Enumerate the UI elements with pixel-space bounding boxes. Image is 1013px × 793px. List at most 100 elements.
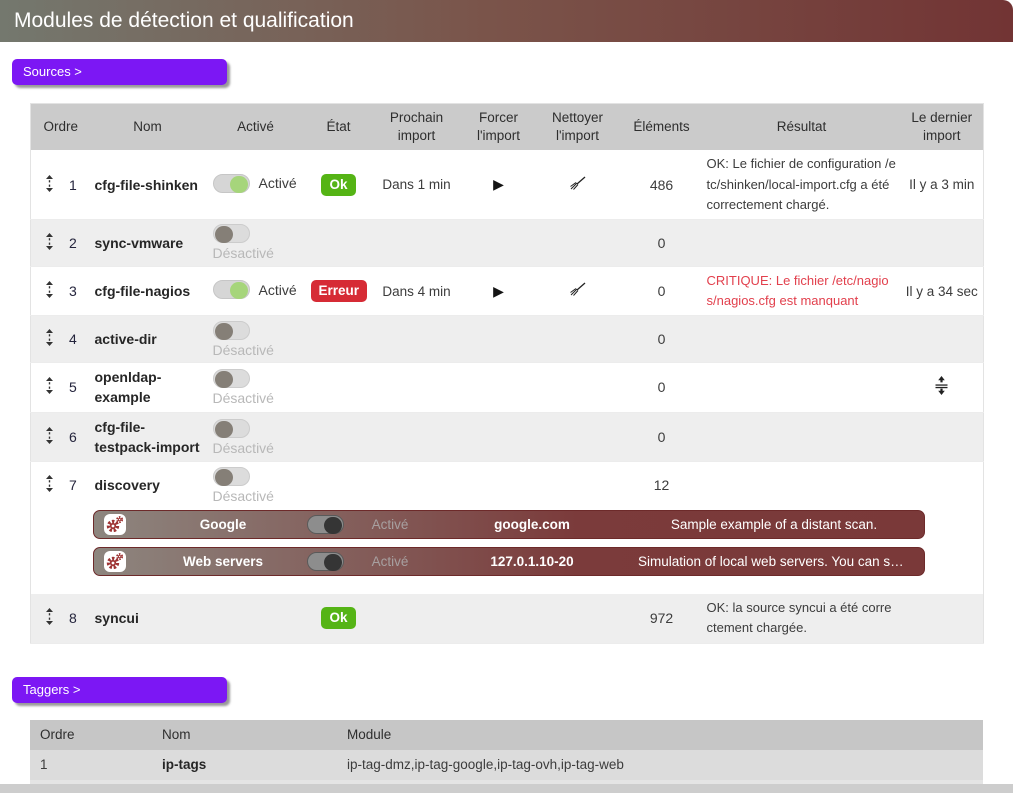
taggers-section-button[interactable]: Taggers > (12, 677, 227, 703)
source-row-syncui: 8 syncui Ok 972 OK: la source syncui a é… (31, 594, 984, 643)
page-title: Modules de détection et qualification (0, 0, 1013, 42)
drag-handle-icon[interactable] (45, 475, 54, 495)
row-order: 6 (69, 429, 77, 445)
col-tagger-nom: Nom (152, 720, 337, 750)
col-forcer-import: Forcer l'import (463, 104, 535, 151)
row-resize-icon[interactable] (934, 376, 949, 398)
drag-handle-icon[interactable] (45, 281, 54, 301)
drag-handle-icon[interactable] (45, 377, 54, 397)
scan-item-web-servers[interactable]: Web servers Activé 127.0.1.10-20 Simulat… (93, 547, 925, 576)
scan-toggle[interactable] (307, 515, 344, 534)
cell-force (463, 363, 535, 413)
gears-icon (104, 551, 126, 572)
source-name: cfg-file-testpack-import (91, 412, 205, 462)
cell-active: Désactivé (205, 412, 307, 462)
cell-ordre: 4 (31, 316, 91, 363)
cell-force (463, 219, 535, 266)
last-import (901, 219, 984, 266)
taggers-table: Ordre Nom Module 1 ip-tags ip-tag-dmz,ip… (30, 720, 983, 793)
cell-clean (535, 462, 621, 509)
source-row-cfg-file-testpack-import: 6 cfg-file-testpack-import Désactivé 0 (31, 412, 984, 462)
drag-handle-icon[interactable] (45, 233, 54, 253)
scan-toggle[interactable] (307, 552, 344, 571)
source-row-openldap-example: 5 openldap-example Désactivé 0 (31, 363, 984, 413)
row-order: 7 (69, 477, 77, 493)
tagger-module: ip-tag-dmz,ip-tag-google,ip-tag-ovh,ip-t… (337, 750, 983, 780)
tagger-ordre: 1 (30, 750, 152, 780)
status-badge: Ok (321, 607, 355, 629)
drag-handle-icon[interactable] (45, 427, 54, 447)
cell-etat (307, 462, 371, 509)
drag-handle-icon[interactable] (45, 175, 54, 195)
cell-active: Désactivé (205, 316, 307, 363)
enable-toggle[interactable] (213, 280, 250, 299)
cell-active: Activé (205, 150, 307, 219)
result-text (703, 363, 901, 413)
scan-item-google[interactable]: Google Activé google.com Sample example … (93, 510, 925, 539)
enable-toggle[interactable] (213, 419, 250, 438)
last-import (901, 594, 984, 643)
force-import-icon[interactable]: ▶ (493, 176, 504, 192)
source-name: syncui (91, 594, 205, 643)
cell-etat (307, 363, 371, 413)
row-order: 3 (69, 283, 77, 299)
source-row-discovery: 7 discovery Désactivé 12 (31, 462, 984, 509)
row-order: 4 (69, 331, 77, 347)
elements-count: 972 (621, 594, 703, 643)
cell-force (463, 594, 535, 643)
gears-icon (104, 514, 126, 535)
col-elements: Éléments (621, 104, 703, 151)
cell-force (463, 412, 535, 462)
scan-target: google.com (426, 517, 638, 532)
enable-toggle[interactable] (213, 174, 250, 193)
sources-section-button[interactable]: Sources > (12, 59, 227, 85)
cell-ordre: 1 (31, 150, 91, 219)
source-name: active-dir (91, 316, 205, 363)
scan-description: Simulation of local web servers. You can… (638, 554, 914, 569)
cell-clean (535, 219, 621, 266)
next-import (371, 594, 463, 643)
cell-active (205, 594, 307, 643)
cell-ordre: 5 (31, 363, 91, 413)
cell-last (901, 363, 984, 413)
source-name: cfg-file-shinken (91, 150, 205, 219)
cell-clean (535, 412, 621, 462)
cell-ordre: 2 (31, 219, 91, 266)
cell-active: Désactivé (205, 363, 307, 413)
last-import (901, 412, 984, 462)
col-nettoyer-import: Nettoyer l'import (535, 104, 621, 151)
enable-toggle[interactable] (213, 224, 250, 243)
force-import-icon[interactable]: ▶ (493, 283, 504, 299)
source-row-cfg-file-nagios: 3 cfg-file-nagios Activé Erreur Dans 4 m… (31, 266, 984, 315)
drag-handle-icon[interactable] (45, 608, 54, 628)
cell-etat: Erreur (307, 266, 371, 315)
cell-clean (535, 594, 621, 643)
horizontal-scrollbar[interactable] (0, 784, 1013, 793)
cell-clean (535, 150, 621, 219)
source-row-cfg-file-shinken: 1 cfg-file-shinken Activé Ok Dans 1 min … (31, 150, 984, 219)
result-text (703, 316, 901, 363)
result-text: OK: la source syncui a été correctement … (703, 594, 901, 643)
clean-import-icon[interactable] (569, 176, 586, 194)
enable-toggle[interactable] (213, 467, 250, 486)
elements-count: 12 (621, 462, 703, 509)
cell-ordre: 7 (31, 462, 91, 509)
source-name: openldap-example (91, 363, 205, 413)
elements-count: 0 (621, 266, 703, 315)
col-etat: État (307, 104, 371, 151)
col-active: Activé (205, 104, 307, 151)
col-dernier-import: Le dernier import (901, 104, 984, 151)
clean-import-icon[interactable] (569, 282, 586, 300)
cell-active: Désactivé (205, 462, 307, 509)
toggle-label: Désactivé (213, 342, 274, 358)
drag-handle-icon[interactable] (45, 329, 54, 349)
enable-toggle[interactable] (213, 369, 250, 388)
tagger-row-ip-tags: 1 ip-tags ip-tag-dmz,ip-tag-google,ip-ta… (30, 750, 983, 780)
source-name: sync-vmware (91, 219, 205, 266)
elements-count: 486 (621, 150, 703, 219)
cell-force: ▶ (463, 266, 535, 315)
enable-toggle[interactable] (213, 321, 250, 340)
result-text: CRITIQUE: Le fichier /etc/nagios/nagios.… (703, 266, 901, 315)
cell-ordre: 6 (31, 412, 91, 462)
source-row-sync-vmware: 2 sync-vmware Désactivé 0 (31, 219, 984, 266)
